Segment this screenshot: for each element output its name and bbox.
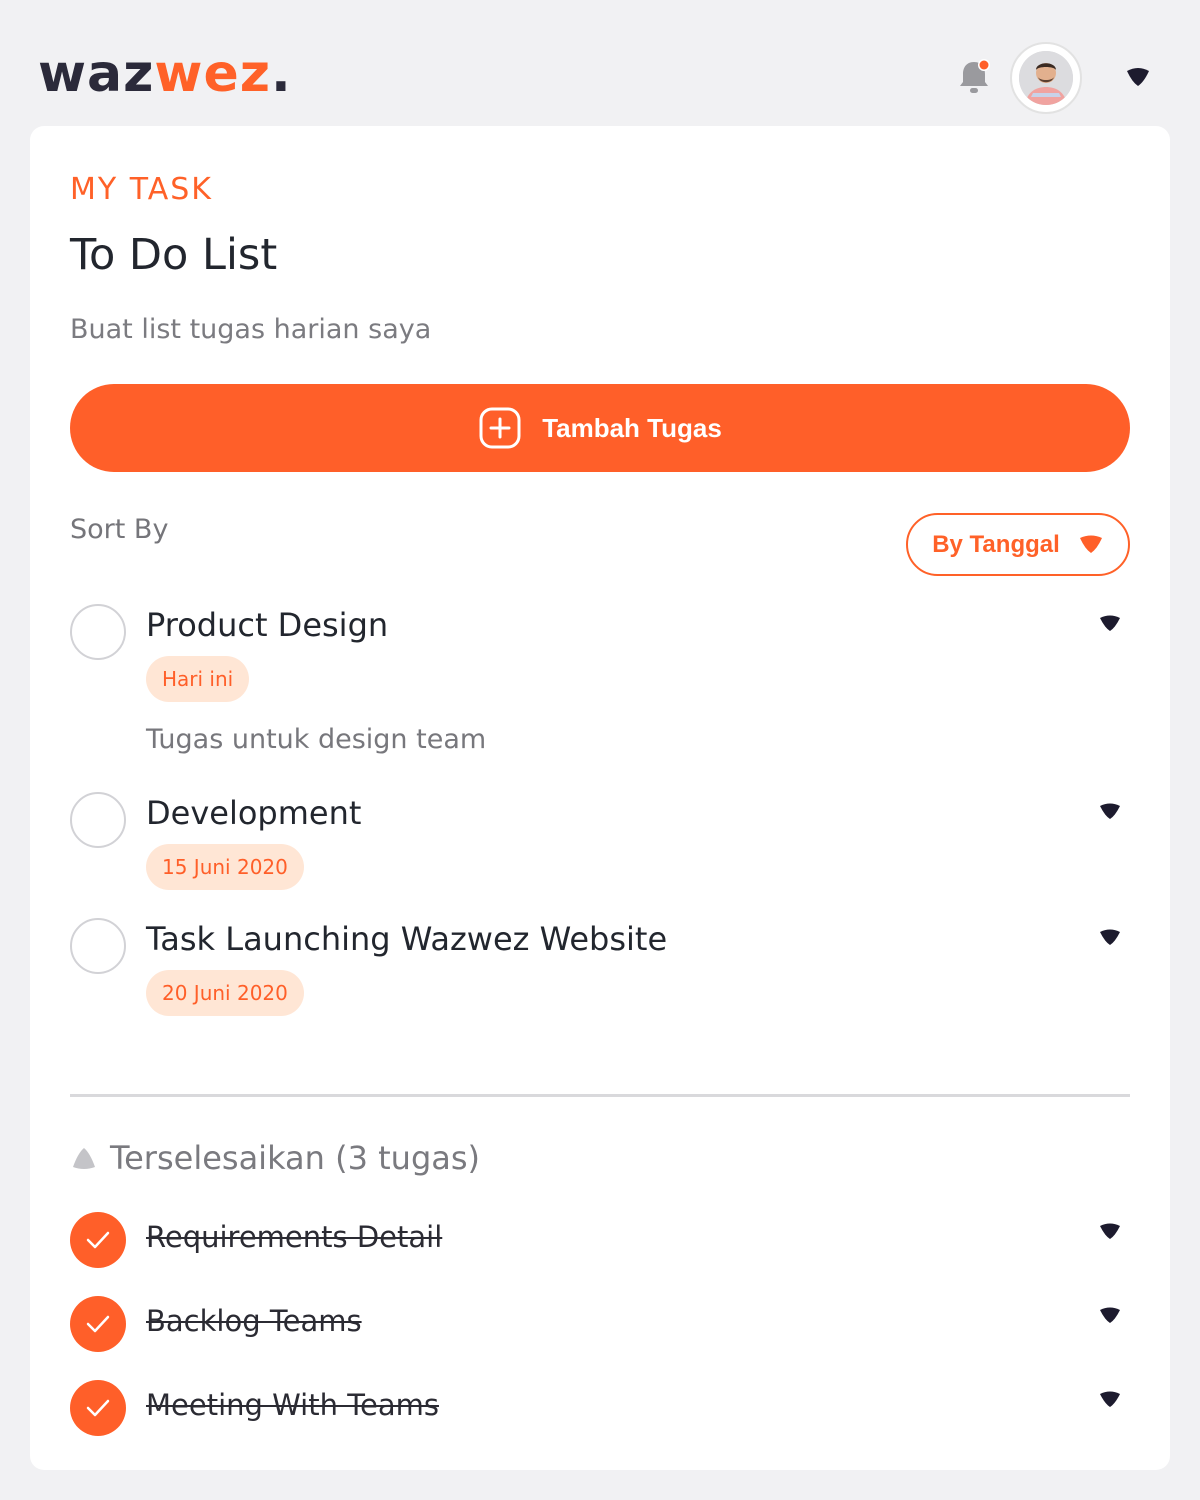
task-date-badge: 20 Juni 2020 xyxy=(146,970,304,1016)
task-checkbox[interactable] xyxy=(70,918,126,974)
sort-value: By Tanggal xyxy=(932,530,1060,558)
bell-icon[interactable] xyxy=(957,58,991,96)
task-checkbox[interactable] xyxy=(70,792,126,848)
header-menu-caret-icon[interactable] xyxy=(1124,66,1152,90)
task-date-badge: Hari ini xyxy=(146,656,250,702)
task-expand-caret-icon[interactable] xyxy=(1098,614,1122,634)
chevron-down-icon xyxy=(1079,535,1102,553)
checkmark-icon xyxy=(86,1231,110,1249)
notification-dot xyxy=(979,60,989,70)
task-date-badge: 15 Juni 2020 xyxy=(146,844,304,890)
task-item[interactable]: Development 15 Juni 2020 xyxy=(70,792,1130,892)
logo-part-2: wez xyxy=(154,44,271,104)
task-expand-caret-icon[interactable] xyxy=(1098,1306,1122,1326)
completed-task-title: Backlog Teams xyxy=(146,1304,362,1338)
completed-checkbox[interactable] xyxy=(70,1296,126,1352)
task-card: MY TASK To Do List Buat list tugas haria… xyxy=(30,126,1170,1470)
section-eyebrow: MY TASK xyxy=(70,172,213,207)
task-expand-caret-icon[interactable] xyxy=(1098,928,1122,948)
task-checkbox[interactable] xyxy=(70,604,126,660)
task-title: Development xyxy=(146,794,362,832)
avatar-icon xyxy=(1019,51,1073,105)
task-expand-caret-icon[interactable] xyxy=(1098,1390,1122,1410)
completed-checkbox[interactable] xyxy=(70,1212,126,1268)
sort-label: Sort By xyxy=(70,514,169,545)
task-title: Task Launching Wazwez Website xyxy=(146,920,668,958)
checkmark-icon xyxy=(86,1399,110,1417)
task-expand-caret-icon[interactable] xyxy=(1098,1222,1122,1242)
chevron-up-icon xyxy=(73,1148,95,1169)
logo-part-1: waz xyxy=(38,44,155,104)
logo-dot: . xyxy=(270,44,292,104)
sort-dropdown[interactable]: By Tanggal xyxy=(906,513,1130,576)
add-task-button[interactable]: Tambah Tugas xyxy=(70,384,1130,472)
completed-section-title: Terselesaikan (3 tugas) xyxy=(110,1139,481,1177)
checkmark-icon xyxy=(86,1315,110,1333)
page-title: To Do List xyxy=(70,230,278,280)
completed-task-item[interactable]: Backlog Teams xyxy=(70,1296,1130,1352)
completed-checkbox[interactable] xyxy=(70,1380,126,1436)
completed-task-title: Requirements Detail xyxy=(146,1220,443,1254)
task-description: Tugas untuk design team xyxy=(146,724,487,755)
completed-section-toggle[interactable]: Terselesaikan (3 tugas) xyxy=(70,1136,480,1180)
task-title: Product Design xyxy=(146,606,389,644)
add-task-label: Tambah Tugas xyxy=(542,412,722,443)
brand-logo[interactable]: wazwez. xyxy=(38,44,292,104)
plus-square-icon xyxy=(479,407,521,449)
completed-task-item[interactable]: Meeting With Teams xyxy=(70,1380,1130,1436)
user-avatar[interactable] xyxy=(1010,42,1082,114)
page-subtitle: Buat list tugas harian saya xyxy=(70,314,432,345)
completed-task-title: Meeting With Teams xyxy=(146,1388,439,1422)
task-item[interactable]: Product Design Hari ini Tugas untuk desi… xyxy=(70,604,1130,764)
task-item[interactable]: Task Launching Wazwez Website 20 Juni 20… xyxy=(70,918,1130,1018)
completed-task-item[interactable]: Requirements Detail xyxy=(70,1212,1130,1268)
task-expand-caret-icon[interactable] xyxy=(1098,802,1122,822)
section-divider xyxy=(70,1094,1130,1097)
